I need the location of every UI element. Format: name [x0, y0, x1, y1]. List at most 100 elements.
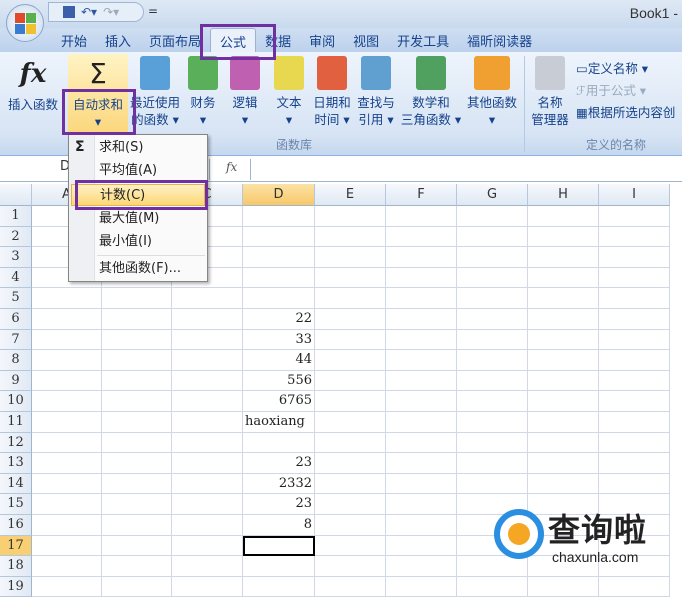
cell-C18[interactable]: [172, 556, 243, 577]
cell-D8[interactable]: 44: [243, 350, 315, 371]
row-header[interactable]: 14: [0, 473, 32, 495]
tab-home[interactable]: 开始: [52, 28, 96, 52]
row-header[interactable]: 17: [0, 535, 32, 557]
text-button[interactable]: 文本 ▾: [270, 54, 308, 128]
row-header[interactable]: 13: [0, 453, 32, 474]
active-cell-D17[interactable]: [243, 535, 315, 557]
row-header[interactable]: 8: [0, 350, 32, 371]
cell-E18[interactable]: [315, 556, 386, 577]
cell-A11[interactable]: [32, 412, 102, 433]
cell-D19[interactable]: [243, 576, 315, 597]
cell-E8[interactable]: [315, 350, 386, 371]
cell-B15[interactable]: [102, 494, 172, 515]
more-functions-button[interactable]: 其他函数 ▾: [462, 54, 522, 128]
office-button[interactable]: [6, 4, 44, 42]
cell-B19[interactable]: [102, 576, 172, 597]
cell-E12[interactable]: [315, 432, 386, 454]
cell-E11[interactable]: [315, 412, 386, 433]
cell-A13[interactable]: [32, 453, 102, 474]
cell-G19[interactable]: [457, 576, 528, 597]
cell-E14[interactable]: [315, 473, 386, 495]
cell-I3[interactable]: [599, 247, 670, 268]
cell-C10[interactable]: [172, 391, 243, 412]
cell-C5[interactable]: [172, 288, 243, 309]
cell-A15[interactable]: [32, 494, 102, 515]
cell-H1[interactable]: [528, 206, 599, 227]
cell-H4[interactable]: [528, 267, 599, 289]
tab-review[interactable]: 审阅: [300, 28, 344, 52]
column-header[interactable]: H: [528, 184, 599, 206]
create-from-selection-button[interactable]: ▦根据所选内容创: [576, 102, 675, 121]
cell-D10[interactable]: 6765: [243, 391, 315, 412]
cell-G2[interactable]: [457, 226, 528, 248]
cell-F19[interactable]: [386, 576, 457, 597]
cell-D16[interactable]: 8: [243, 515, 315, 536]
menu-item-max[interactable]: 最大值(M): [99, 208, 205, 230]
cell-F10[interactable]: [386, 391, 457, 412]
logical-button[interactable]: 逻辑 ▾: [226, 54, 264, 128]
cell-C17[interactable]: [172, 535, 243, 557]
date-time-button[interactable]: 日期和 时间 ▾: [310, 54, 354, 128]
cell-D7[interactable]: 33: [243, 329, 315, 351]
cell-D1[interactable]: [243, 206, 315, 227]
row-header[interactable]: 4: [0, 267, 32, 289]
formula-input[interactable]: [250, 159, 682, 180]
cell-I4[interactable]: [599, 267, 670, 289]
cell-A18[interactable]: [32, 556, 102, 577]
cell-B7[interactable]: [102, 329, 172, 351]
row-header[interactable]: 9: [0, 370, 32, 392]
cell-H10[interactable]: [528, 391, 599, 412]
row-header[interactable]: 2: [0, 226, 32, 248]
cell-E16[interactable]: [315, 515, 386, 536]
cell-E3[interactable]: [315, 247, 386, 268]
cell-F2[interactable]: [386, 226, 457, 248]
insert-function-button[interactable]: fx 插入函数: [2, 54, 64, 113]
use-in-formula-button[interactable]: ℱ用于公式 ▾: [576, 80, 646, 99]
cell-A19[interactable]: [32, 576, 102, 597]
cell-I2[interactable]: [599, 226, 670, 248]
cell-F11[interactable]: [386, 412, 457, 433]
cell-F12[interactable]: [386, 432, 457, 454]
cell-C8[interactable]: [172, 350, 243, 371]
cell-A14[interactable]: [32, 473, 102, 495]
fx-icon[interactable]: fx: [226, 160, 237, 174]
cell-C13[interactable]: [172, 453, 243, 474]
cell-A7[interactable]: [32, 329, 102, 351]
cell-A16[interactable]: [32, 515, 102, 536]
cell-C14[interactable]: [172, 473, 243, 495]
cell-A12[interactable]: [32, 432, 102, 454]
cell-G8[interactable]: [457, 350, 528, 371]
cell-G13[interactable]: [457, 453, 528, 474]
cell-H19[interactable]: [528, 576, 599, 597]
cell-B5[interactable]: [102, 288, 172, 309]
cell-E13[interactable]: [315, 453, 386, 474]
cell-B11[interactable]: [102, 412, 172, 433]
menu-item-more-functions[interactable]: 其他函数(F)...: [99, 258, 205, 280]
tab-insert[interactable]: 插入: [96, 28, 140, 52]
cell-D13[interactable]: 23: [243, 453, 315, 474]
cell-B9[interactable]: [102, 370, 172, 392]
row-header[interactable]: 19: [0, 576, 32, 597]
save-icon[interactable]: [63, 6, 75, 18]
cell-C7[interactable]: [172, 329, 243, 351]
cell-H8[interactable]: [528, 350, 599, 371]
cell-I19[interactable]: [599, 576, 670, 597]
cell-I6[interactable]: [599, 309, 670, 330]
cell-E2[interactable]: [315, 226, 386, 248]
cell-I14[interactable]: [599, 473, 670, 495]
cell-B13[interactable]: [102, 453, 172, 474]
cell-H9[interactable]: [528, 370, 599, 392]
cell-B10[interactable]: [102, 391, 172, 412]
cell-E15[interactable]: [315, 494, 386, 515]
cell-F8[interactable]: [386, 350, 457, 371]
cell-D9[interactable]: 556: [243, 370, 315, 392]
cell-E5[interactable]: [315, 288, 386, 309]
math-trig-button[interactable]: 数学和 三角函数 ▾: [398, 54, 464, 128]
cell-F16[interactable]: [386, 515, 457, 536]
tab-view[interactable]: 视图: [344, 28, 388, 52]
cell-H11[interactable]: [528, 412, 599, 433]
cell-B14[interactable]: [102, 473, 172, 495]
cell-H2[interactable]: [528, 226, 599, 248]
cell-A10[interactable]: [32, 391, 102, 412]
column-header[interactable]: D: [243, 184, 315, 206]
